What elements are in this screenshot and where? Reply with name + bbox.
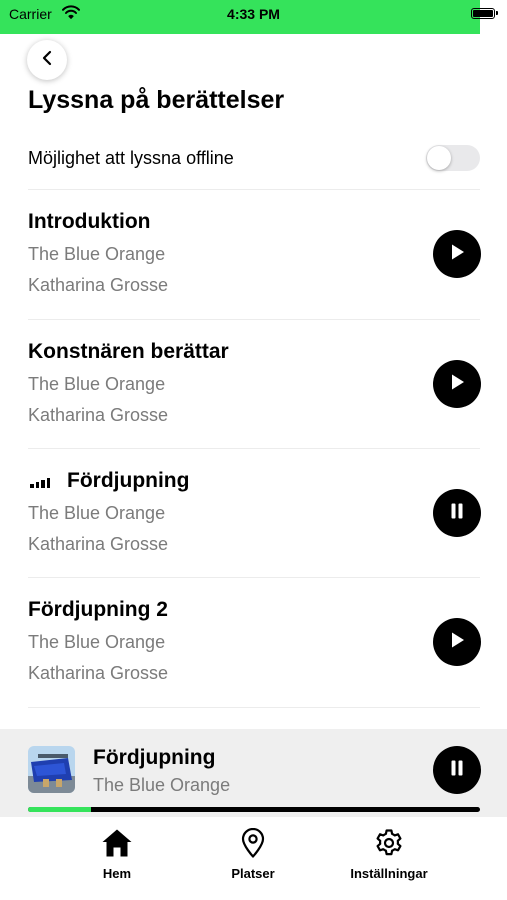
tab-label: Platser [231,866,275,881]
track-row: Introduktion The Blue Orange Katharina G… [28,210,481,310]
play-button[interactable] [433,230,481,278]
divider [28,319,480,320]
track-subtitle: The Blue Orange [28,244,166,264]
gear-icon [314,828,464,858]
track-row: Fördjupning 2 The Blue Orange Katharina … [28,598,481,698]
mini-player[interactable]: Fördjupning The Blue Orange [0,729,507,817]
mini-player-subtitle: The Blue Orange [93,775,231,795]
play-button[interactable] [433,618,481,666]
divider [28,189,480,190]
track-title: Fördjupning [67,469,190,492]
divider [28,448,480,449]
track-artist: Katharina Grosse [28,405,169,425]
divider [28,707,480,708]
track-artist: Katharina Grosse [28,534,169,554]
track-subtitle: The Blue Orange [28,503,166,523]
status-bar: Carrier 4:33 PM [0,0,507,30]
tab-installningar[interactable]: Inställningar [314,828,464,881]
tab-hem[interactable]: Hem [42,828,192,881]
tab-label: Inställningar [350,866,428,881]
back-button[interactable] [27,40,67,80]
track-subtitle: The Blue Orange [28,374,166,394]
offline-setting-row: Möjlighet att lyssna offline [28,145,480,171]
mini-player-pause-button[interactable] [433,746,481,794]
artwork-thumbnail [28,746,75,793]
now-playing-bars-icon [30,476,52,488]
play-icon [449,243,465,266]
track-row: Konstnären berättar The Blue Orange Kath… [28,340,481,440]
track-title: Fördjupning 2 [28,598,168,621]
tab-platser[interactable]: Platser [178,828,328,881]
offline-label: Möjlighet att lyssna offline [28,148,234,168]
battery-icon [471,8,498,19]
play-button[interactable] [433,360,481,408]
track-row: Fördjupning The Blue Orange Katharina Gr… [28,469,481,569]
mini-player-title: Fördjupning [93,746,216,769]
pause-icon [449,759,465,782]
toggle-knob [427,146,451,170]
play-icon [449,631,465,654]
tab-label: Hem [102,866,132,881]
page-title: Lyssna på berättelser [28,86,285,114]
home-icon [42,828,192,858]
pause-icon [449,502,465,525]
status-time: 4:33 PM [227,6,280,22]
track-artist: Katharina Grosse [28,275,169,295]
track-subtitle: The Blue Orange [28,632,166,652]
track-title: Konstnären berättar [28,340,229,363]
playback-progress-fill [28,807,92,812]
track-artist: Katharina Grosse [28,663,169,683]
playback-progress-bar[interactable] [28,807,480,812]
chevron-left-icon [40,50,54,71]
tab-bar: Hem Platser Inställningar [0,817,507,900]
pause-button[interactable] [433,489,481,537]
play-icon [449,373,465,396]
track-title: Introduktion [28,210,151,233]
map-pin-icon [178,828,328,858]
offline-toggle[interactable] [426,145,480,171]
divider [28,577,480,578]
